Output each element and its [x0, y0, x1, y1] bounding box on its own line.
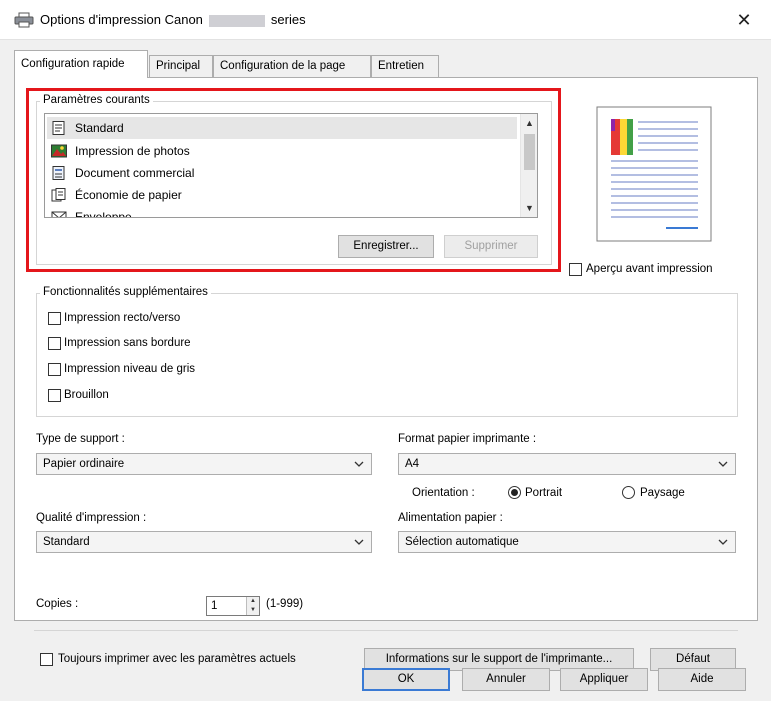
close-button[interactable]: ✕	[726, 6, 762, 34]
scroll-down-icon[interactable]: ▼	[521, 200, 537, 217]
separator	[34, 630, 738, 631]
paper-size-value: A4	[405, 458, 420, 470]
list-item-label: Document commercial	[75, 166, 195, 180]
redacted-model-name	[208, 14, 265, 27]
chevron-down-icon	[354, 539, 364, 545]
current-settings-list[interactable]: Standard Impression de photos Document c…	[44, 113, 538, 218]
list-item-paper-saving[interactable]: Économie de papier	[47, 184, 517, 206]
borderless-checkbox[interactable]	[48, 337, 61, 350]
copies-value: 1	[211, 600, 218, 612]
portrait-label: Portrait	[525, 487, 563, 499]
paper-saving-icon	[51, 188, 66, 202]
additional-features-legend: Fonctionnalités supplémentaires	[40, 286, 211, 298]
preview-label: Aperçu avant impression	[586, 263, 713, 275]
list-item-envelope[interactable]: Enveloppe	[47, 206, 517, 218]
window-title: Options d'impression Canon series	[40, 12, 306, 27]
copies-spinner[interactable]: ▲ ▼	[246, 597, 259, 615]
delete-settings-button[interactable]: Supprimer	[444, 235, 538, 258]
paper-source-label: Alimentation papier :	[398, 512, 503, 524]
chevron-down-icon	[718, 539, 728, 545]
media-type-label: Type de support :	[36, 433, 125, 445]
grayscale-checkbox[interactable]	[48, 363, 61, 376]
chevron-down-icon	[354, 461, 364, 467]
scroll-up-icon[interactable]: ▲	[521, 115, 537, 132]
paper-source-value: Sélection automatique	[405, 536, 519, 548]
chevron-down-icon	[718, 461, 728, 467]
spin-up-icon[interactable]: ▲	[247, 597, 259, 606]
list-scrollbar[interactable]: ▲ ▼	[520, 114, 537, 217]
page-preview-icon	[596, 106, 712, 242]
duplex-label: Impression recto/verso	[64, 312, 181, 324]
tab-principal[interactable]: Principal	[149, 55, 213, 77]
landscape-radio[interactable]	[622, 486, 635, 499]
media-type-value: Papier ordinaire	[43, 458, 125, 470]
orientation-label: Orientation :	[412, 487, 475, 499]
landscape-label: Paysage	[640, 487, 685, 499]
printer-icon	[14, 12, 34, 28]
photo-icon	[51, 144, 67, 158]
list-item-standard[interactable]: Standard	[47, 117, 517, 139]
list-item-label: Économie de papier	[75, 188, 182, 202]
tab-configuration-page[interactable]: Configuration de la page	[213, 55, 371, 77]
always-print-checkbox[interactable]	[40, 653, 53, 666]
ok-button[interactable]: OK	[362, 668, 450, 691]
spin-down-icon[interactable]: ▼	[247, 606, 259, 615]
window-title-prefix: Options d'impression Canon	[40, 12, 203, 27]
paper-source-dropdown[interactable]: Sélection automatique	[398, 531, 736, 553]
draft-label: Brouillon	[64, 389, 109, 401]
list-item-business[interactable]: Document commercial	[47, 162, 517, 184]
draft-checkbox[interactable]	[48, 389, 61, 402]
portrait-radio[interactable]	[508, 486, 521, 499]
tab-configuration-rapide[interactable]: Configuration rapide	[14, 50, 148, 78]
scroll-thumb[interactable]	[524, 134, 535, 170]
current-settings-legend: Paramètres courants	[40, 94, 153, 106]
copies-label: Copies :	[36, 598, 79, 610]
list-item-label: Enveloppe	[75, 210, 132, 218]
paper-size-dropdown[interactable]: A4	[398, 453, 736, 475]
print-quality-label: Qualité d'impression :	[36, 512, 147, 524]
list-item-photo[interactable]: Impression de photos	[47, 140, 517, 162]
list-item-label: Impression de photos	[75, 144, 190, 158]
list-item-label: Standard	[75, 121, 124, 135]
print-quality-value: Standard	[43, 536, 90, 548]
preview-checkbox[interactable]	[569, 263, 582, 276]
standard-doc-icon	[52, 121, 65, 135]
copies-range: (1-999)	[266, 598, 304, 610]
title-bar: Options d'impression Canon series ✕	[0, 0, 771, 40]
tab-entretien[interactable]: Entretien	[371, 55, 439, 77]
media-type-dropdown[interactable]: Papier ordinaire	[36, 453, 372, 475]
business-doc-icon	[52, 166, 65, 180]
apply-button[interactable]: Appliquer	[560, 668, 648, 691]
help-button[interactable]: Aide	[658, 668, 746, 691]
print-quality-dropdown[interactable]: Standard	[36, 531, 372, 553]
window-title-suffix: series	[270, 12, 306, 27]
grayscale-label: Impression niveau de gris	[64, 363, 196, 375]
always-print-label: Toujours imprimer avec les paramètres ac…	[58, 653, 296, 665]
copies-input[interactable]: 1 ▲ ▼	[206, 596, 260, 616]
paper-size-label: Format papier imprimante :	[398, 433, 537, 445]
save-settings-button[interactable]: Enregistrer...	[338, 235, 434, 258]
envelope-icon	[51, 211, 67, 217]
duplex-checkbox[interactable]	[48, 312, 61, 325]
cancel-button[interactable]: Annuler	[462, 668, 550, 691]
borderless-label: Impression sans bordure	[64, 337, 191, 349]
